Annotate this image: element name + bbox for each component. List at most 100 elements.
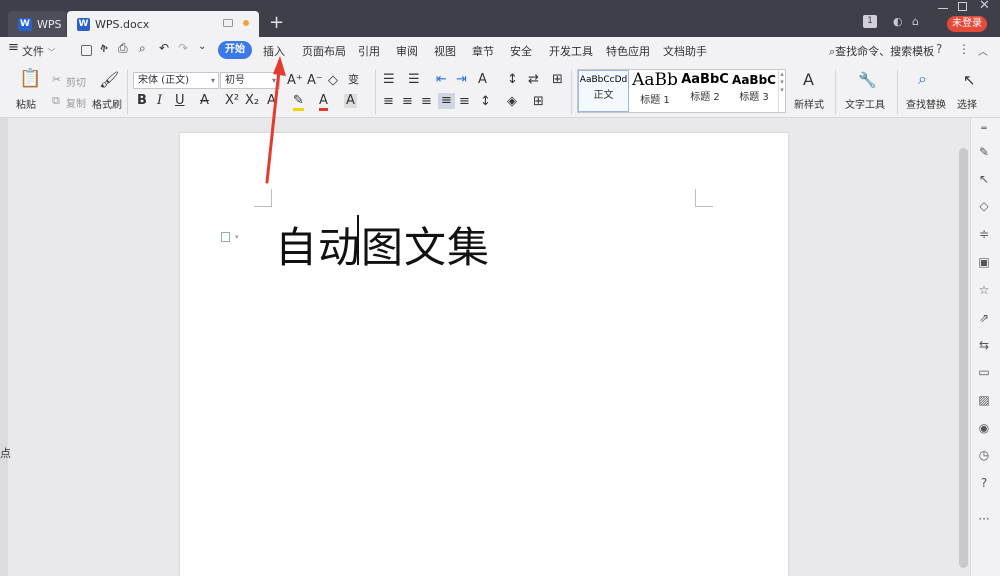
menu-references[interactable]: 引用	[358, 43, 380, 59]
menu-doc-assistant[interactable]: 文档助手	[663, 43, 707, 59]
star-icon[interactable]: ☆	[976, 283, 992, 297]
menu-file[interactable]: 文件 ﹀	[22, 43, 56, 59]
tab-document[interactable]: W WPS.docx	[67, 11, 259, 37]
tab-wps-home[interactable]: W WPS	[8, 11, 66, 37]
style-heading-2[interactable]: AaBbC 标题 2	[680, 70, 730, 112]
menu-features[interactable]: 特色应用	[606, 43, 650, 59]
bold-icon[interactable]: B	[137, 94, 147, 108]
menu-chapter[interactable]: 章节	[472, 43, 494, 59]
monitor-icon[interactable]	[223, 19, 233, 27]
chinese-layout-icon[interactable]: A	[478, 73, 487, 87]
highlight-icon[interactable]: ✎	[293, 94, 304, 111]
line-spacing-icon[interactable]: ↕	[480, 95, 491, 109]
text-tools-icon[interactable]: 🔧	[858, 73, 877, 88]
help-icon[interactable]: ?	[936, 42, 942, 56]
sidebar-handle-icon[interactable]: ═	[976, 124, 992, 134]
style-normal[interactable]: AaBbCcDd 正文	[578, 70, 629, 112]
save-icon[interactable]	[81, 45, 92, 56]
shading-icon[interactable]: ◈	[507, 95, 517, 109]
style-heading-3[interactable]: AaBbC 标题 3	[730, 70, 778, 112]
document-text[interactable]: 自动图文集	[275, 214, 490, 275]
menu-developer[interactable]: 开发工具	[549, 43, 593, 59]
print-icon[interactable]: ⎙	[118, 41, 128, 56]
font-name-select[interactable]: 宋体 (正文) ▾	[133, 72, 219, 89]
sort-icon[interactable]: ↕	[507, 73, 518, 87]
menu-review[interactable]: 审阅	[396, 43, 418, 59]
print-preview-icon[interactable]: ⌕	[139, 41, 146, 56]
pinyin-icon[interactable]: 变	[348, 73, 359, 87]
hamburger-icon[interactable]: ≡	[8, 40, 19, 55]
more-icon[interactable]: ···	[976, 512, 992, 526]
strikethrough-icon[interactable]: A	[200, 94, 209, 108]
backup-icon[interactable]: ◉	[976, 421, 992, 435]
picture-icon[interactable]: ▨	[976, 393, 992, 407]
menu-page-layout[interactable]: 页面布局	[302, 43, 346, 59]
menu-start[interactable]: 开始	[218, 41, 252, 59]
shirt-icon[interactable]: ⌂	[912, 15, 919, 28]
cut-button[interactable]: 剪切	[66, 74, 86, 89]
borders-icon[interactable]: ⊞	[533, 95, 544, 109]
window-count-badge[interactable]: 1	[863, 15, 877, 28]
new-style-icon[interactable]: A	[803, 72, 814, 88]
copy-button[interactable]: 复制	[66, 95, 86, 110]
search-command[interactable]: ⌕查找命令、搜索模板	[829, 43, 934, 59]
maximize-icon[interactable]	[958, 2, 967, 11]
style-heading-1[interactable]: AaBb 标题 1	[630, 70, 680, 112]
new-tab-button[interactable]: +	[269, 11, 284, 35]
collapse-ribbon-icon[interactable]: ︿	[978, 43, 988, 58]
archive-icon[interactable]: ▭	[976, 365, 992, 379]
history-icon[interactable]: ◷	[976, 448, 992, 462]
find-replace-button[interactable]: 查找替换	[906, 96, 946, 111]
style-gallery-scroll[interactable]: ▴ ▾ ▾	[778, 70, 785, 112]
superscript-icon[interactable]: X²	[225, 94, 239, 108]
find-replace-icon[interactable]: ⌕	[918, 71, 927, 87]
sliders-icon[interactable]: ≑	[976, 227, 992, 241]
skin-icon[interactable]: ◐	[893, 15, 903, 28]
menu-view[interactable]: 视图	[434, 43, 456, 59]
numbered-list-icon[interactable]: ☰	[408, 73, 420, 87]
new-style-button[interactable]: 新样式	[794, 96, 824, 111]
export-pdf-icon[interactable]: ቅ	[100, 41, 108, 56]
align-center-icon[interactable]: ≡	[402, 95, 413, 109]
paste-icon[interactable]: 📋	[19, 70, 41, 88]
justify-icon[interactable]: ≡	[438, 93, 455, 109]
align-left-icon[interactable]: ≡	[383, 95, 394, 109]
cut-icon[interactable]: ✂	[52, 73, 61, 87]
redo-icon[interactable]: ↷	[178, 41, 188, 55]
minimize-icon[interactable]	[938, 8, 948, 9]
translate-icon[interactable]: ⇆	[976, 338, 992, 352]
subscript-icon[interactable]: X₂	[245, 94, 259, 108]
menu-security[interactable]: 安全	[510, 43, 532, 59]
paste-button[interactable]: 粘贴	[16, 96, 36, 111]
text-tools-button[interactable]: 文字工具	[845, 96, 885, 111]
font-color-icon[interactable]: A	[319, 94, 328, 111]
clear-format-icon[interactable]: ◇	[328, 74, 338, 88]
decrease-indent-icon[interactable]: ⇤	[436, 73, 447, 87]
pen-icon[interactable]: ✎	[976, 145, 992, 159]
format-painter-button[interactable]: 格式刷	[92, 96, 122, 111]
cursor-icon[interactable]: ↖	[963, 73, 976, 88]
grow-font-icon[interactable]: A⁺	[287, 74, 303, 88]
select-button[interactable]: 选择	[957, 96, 977, 111]
align-right-icon[interactable]: ≡	[421, 95, 432, 109]
distributed-align-icon[interactable]: ≡	[459, 95, 470, 109]
customize-quickbar-icon[interactable]: ⌄	[198, 41, 206, 52]
shapes-icon[interactable]: ◇	[976, 199, 992, 213]
shrink-font-icon[interactable]: A⁻	[307, 74, 323, 88]
show-marks-icon[interactable]: ⇄	[528, 73, 539, 87]
table-lines-icon[interactable]: ⊞	[552, 73, 563, 87]
paragraph-layout-icon[interactable]	[221, 232, 230, 242]
increase-indent-icon[interactable]: ⇥	[456, 73, 467, 87]
pointer-icon[interactable]: ↖	[976, 172, 992, 186]
underline-icon[interactable]: U	[175, 94, 185, 108]
share-icon[interactable]: ⇗	[976, 311, 992, 325]
copy-icon[interactable]: ⧉	[52, 94, 60, 108]
vertical-scrollbar[interactable]	[959, 148, 968, 568]
italic-icon[interactable]: I	[157, 94, 162, 108]
help-circle-icon[interactable]: ?	[976, 476, 992, 490]
chevron-down-icon[interactable]: ▾	[235, 233, 239, 241]
close-icon[interactable]: ✕	[979, 0, 990, 13]
more-icon[interactable]: ⋮	[958, 42, 970, 56]
image-gallery-icon[interactable]: ▣	[976, 255, 992, 269]
login-button[interactable]: 未登录	[947, 16, 987, 32]
